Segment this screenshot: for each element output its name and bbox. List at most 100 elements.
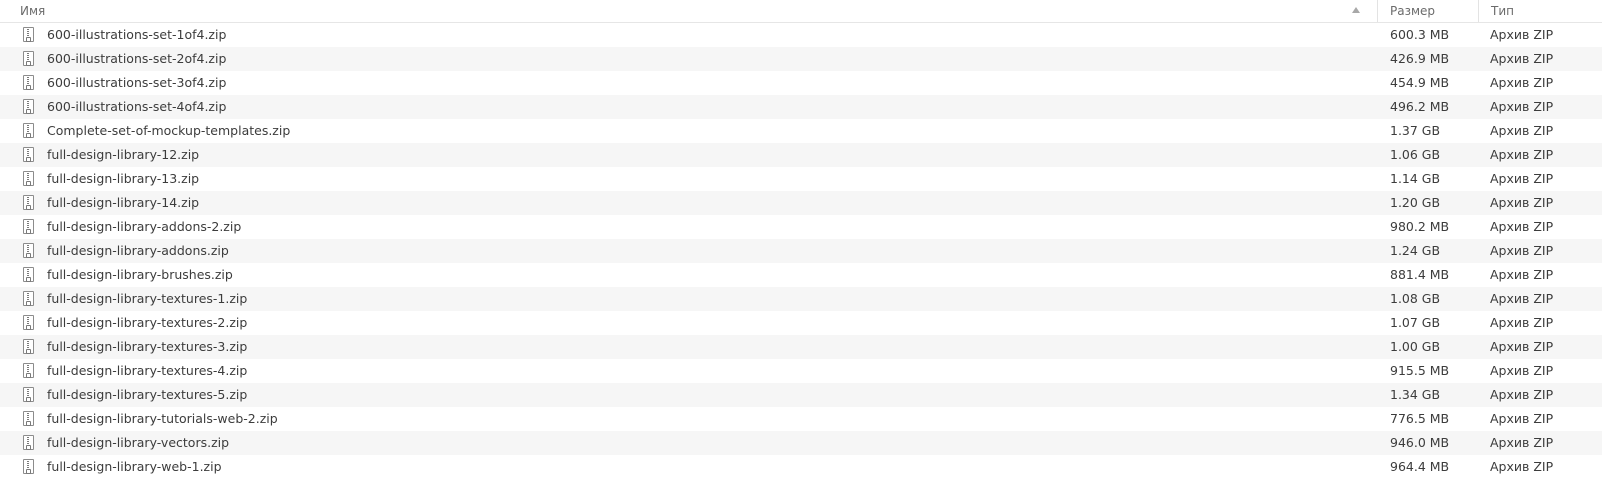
zip-archive-icon bbox=[23, 315, 34, 330]
file-row[interactable]: full-design-library-textures-4.zip 915.5 … bbox=[0, 359, 1602, 383]
file-row[interactable]: full-design-library-brushes.zip 881.4 MB А… bbox=[0, 263, 1602, 287]
file-row[interactable]: full-design-library-14.zip 1.20 GB Архив Z… bbox=[0, 191, 1602, 215]
file-size: 600.3 MB bbox=[1390, 27, 1450, 42]
file-name-cell[interactable]: full-design-library-tutorials-web-2.zip bbox=[0, 407, 1377, 431]
zip-archive-icon bbox=[23, 219, 34, 234]
file-type: Архив ZIP bbox=[1490, 243, 1554, 258]
zip-archive-icon bbox=[23, 75, 34, 90]
file-name: full-design-library-addons.zip bbox=[47, 243, 229, 258]
column-header-type[interactable]: Тип bbox=[1478, 0, 1602, 22]
file-name: full-design-library-tutorials-web-2.zip bbox=[47, 411, 278, 426]
file-size: 454.9 MB bbox=[1390, 75, 1450, 90]
zip-archive-icon bbox=[23, 267, 34, 282]
file-name-cell[interactable]: 600-illustrations-set-4of4.zip bbox=[0, 95, 1377, 119]
file-name: full-design-library-textures-3.zip bbox=[47, 339, 248, 354]
column-header-name[interactable]: Имя bbox=[0, 0, 1377, 22]
zip-archive-icon bbox=[23, 243, 34, 258]
zip-archive-icon bbox=[23, 363, 34, 378]
file-type: Архив ZIP bbox=[1490, 339, 1554, 354]
file-type: Архив ZIP bbox=[1490, 291, 1554, 306]
file-row[interactable]: 600-illustrations-set-2of4.zip 426.9 MB Ар… bbox=[0, 47, 1602, 71]
file-row[interactable]: full-design-library-textures-5.zip 1.34 G… bbox=[0, 383, 1602, 407]
file-name: full-design-library-14.zip bbox=[47, 195, 200, 210]
file-name-cell[interactable]: full-design-library-textures-5.zip bbox=[0, 383, 1377, 407]
column-header-type-label: Тип bbox=[1491, 4, 1514, 18]
zip-archive-icon bbox=[23, 387, 34, 402]
file-name: Complete-set-of-mockup-templates.zip bbox=[47, 123, 291, 138]
file-name-cell[interactable]: full-design-library-web-1.zip bbox=[0, 455, 1377, 479]
file-size: 1.07 GB bbox=[1390, 315, 1441, 330]
file-type: Архив ZIP bbox=[1490, 411, 1554, 426]
file-size: 964.4 MB bbox=[1390, 459, 1450, 474]
file-name-cell[interactable]: 600-illustrations-set-2of4.zip bbox=[0, 47, 1377, 71]
file-name-cell[interactable]: 600-illustrations-set-1of4.zip bbox=[0, 23, 1377, 47]
file-size: 1.37 GB bbox=[1390, 123, 1441, 138]
file-name: full-design-library-web-1.zip bbox=[47, 459, 222, 474]
zip-archive-icon bbox=[23, 123, 34, 138]
file-row[interactable]: 600-illustrations-set-3of4.zip 454.9 MB Ар… bbox=[0, 71, 1602, 95]
file-type: Архив ZIP bbox=[1490, 267, 1554, 282]
file-name: full-design-library-addons-2.zip bbox=[47, 219, 242, 234]
zip-archive-icon bbox=[23, 435, 34, 450]
file-type: Архив ZIP bbox=[1490, 99, 1554, 114]
zip-archive-icon bbox=[23, 51, 34, 66]
file-list-view: Имя Размер Тип 600-illustrations-set-1of… bbox=[0, 0, 1602, 484]
file-name-cell[interactable]: full-design-library-vectors.zip bbox=[0, 431, 1377, 455]
file-type: Архив ZIP bbox=[1490, 51, 1554, 66]
file-name: full-design-library-vectors.zip bbox=[47, 435, 230, 450]
file-name-cell[interactable]: full-design-library-13.zip bbox=[0, 167, 1377, 191]
file-name-cell[interactable]: full-design-library-addons.zip bbox=[0, 239, 1377, 263]
file-name-cell[interactable]: full-design-library-14.zip bbox=[0, 191, 1377, 215]
column-header-row: Имя Размер Тип bbox=[0, 0, 1602, 23]
zip-archive-icon bbox=[23, 99, 34, 114]
file-type: Архив ZIP bbox=[1490, 123, 1554, 138]
file-type: Архив ZIP bbox=[1490, 147, 1554, 162]
file-name: 600-illustrations-set-4of4.zip bbox=[47, 99, 227, 114]
column-header-size[interactable]: Размер bbox=[1377, 0, 1478, 22]
file-row[interactable]: full-design-library-tutorials-web-2.zip 7… bbox=[0, 407, 1602, 431]
file-name-cell[interactable]: full-design-library-brushes.zip bbox=[0, 263, 1377, 287]
file-size: 1.20 GB bbox=[1390, 195, 1441, 210]
file-row[interactable]: full-design-library-vectors.zip 946.0 MB А… bbox=[0, 431, 1602, 455]
sort-ascending-icon bbox=[1352, 7, 1360, 13]
file-row[interactable]: Complete-set-of-mockup-templates.zip 1.37… bbox=[0, 119, 1602, 143]
file-type: Архив ZIP bbox=[1490, 219, 1554, 234]
file-name: full-design-library-textures-5.zip bbox=[47, 387, 248, 402]
zip-archive-icon bbox=[23, 291, 34, 306]
zip-archive-icon bbox=[23, 195, 34, 210]
file-name-cell[interactable]: full-design-library-textures-2.zip bbox=[0, 311, 1377, 335]
file-name-cell[interactable]: full-design-library-12.zip bbox=[0, 143, 1377, 167]
file-size: 1.14 GB bbox=[1390, 171, 1441, 186]
file-row[interactable]: full-design-library-addons-2.zip 980.2 MB… bbox=[0, 215, 1602, 239]
file-name-cell[interactable]: Complete-set-of-mockup-templates.zip bbox=[0, 119, 1377, 143]
file-name-cell[interactable]: 600-illustrations-set-3of4.zip bbox=[0, 71, 1377, 95]
file-row[interactable]: 600-illustrations-set-1of4.zip 600.3 MB Ар… bbox=[0, 23, 1602, 47]
file-row[interactable]: full-design-library-addons.zip 1.24 GB Арх… bbox=[0, 239, 1602, 263]
column-header-size-label: Размер bbox=[1390, 4, 1436, 18]
file-row[interactable]: full-design-library-textures-1.zip 1.08 G… bbox=[0, 287, 1602, 311]
file-name: full-design-library-12.zip bbox=[47, 147, 200, 162]
file-type: Архив ZIP bbox=[1490, 315, 1554, 330]
file-name-cell[interactable]: full-design-library-textures-3.zip bbox=[0, 335, 1377, 359]
file-row[interactable]: 600-illustrations-set-4of4.zip 496.2 MB Ар… bbox=[0, 95, 1602, 119]
file-name: 600-illustrations-set-1of4.zip bbox=[47, 27, 227, 42]
file-row[interactable]: full-design-library-textures-2.zip 1.07 G… bbox=[0, 311, 1602, 335]
file-name: full-design-library-brushes.zip bbox=[47, 267, 233, 282]
file-name-cell[interactable]: full-design-library-textures-1.zip bbox=[0, 287, 1377, 311]
file-name-cell[interactable]: full-design-library-addons-2.zip bbox=[0, 215, 1377, 239]
file-size: 915.5 MB bbox=[1390, 363, 1450, 378]
file-name: 600-illustrations-set-2of4.zip bbox=[47, 51, 227, 66]
file-row[interactable]: full-design-library-textures-3.zip 1.00 G… bbox=[0, 335, 1602, 359]
file-type: Архив ZIP bbox=[1490, 195, 1554, 210]
file-row[interactable]: full-design-library-13.zip 1.14 GB Архив Z… bbox=[0, 167, 1602, 191]
zip-archive-icon bbox=[23, 411, 34, 426]
file-name-cell[interactable]: full-design-library-textures-4.zip bbox=[0, 359, 1377, 383]
file-row[interactable]: full-design-library-web-1.zip 964.4 MB Арх… bbox=[0, 455, 1602, 479]
file-size: 1.00 GB bbox=[1390, 339, 1441, 354]
file-size: 946.0 MB bbox=[1390, 435, 1450, 450]
file-name: full-design-library-textures-4.zip bbox=[47, 363, 248, 378]
file-rows: 600-illustrations-set-1of4.zip 600.3 MB Ар… bbox=[0, 23, 1602, 479]
file-row[interactable]: full-design-library-12.zip 1.06 GB Архив Z… bbox=[0, 143, 1602, 167]
file-type: Архив ZIP bbox=[1490, 387, 1554, 402]
file-type: Архив ZIP bbox=[1490, 435, 1554, 450]
